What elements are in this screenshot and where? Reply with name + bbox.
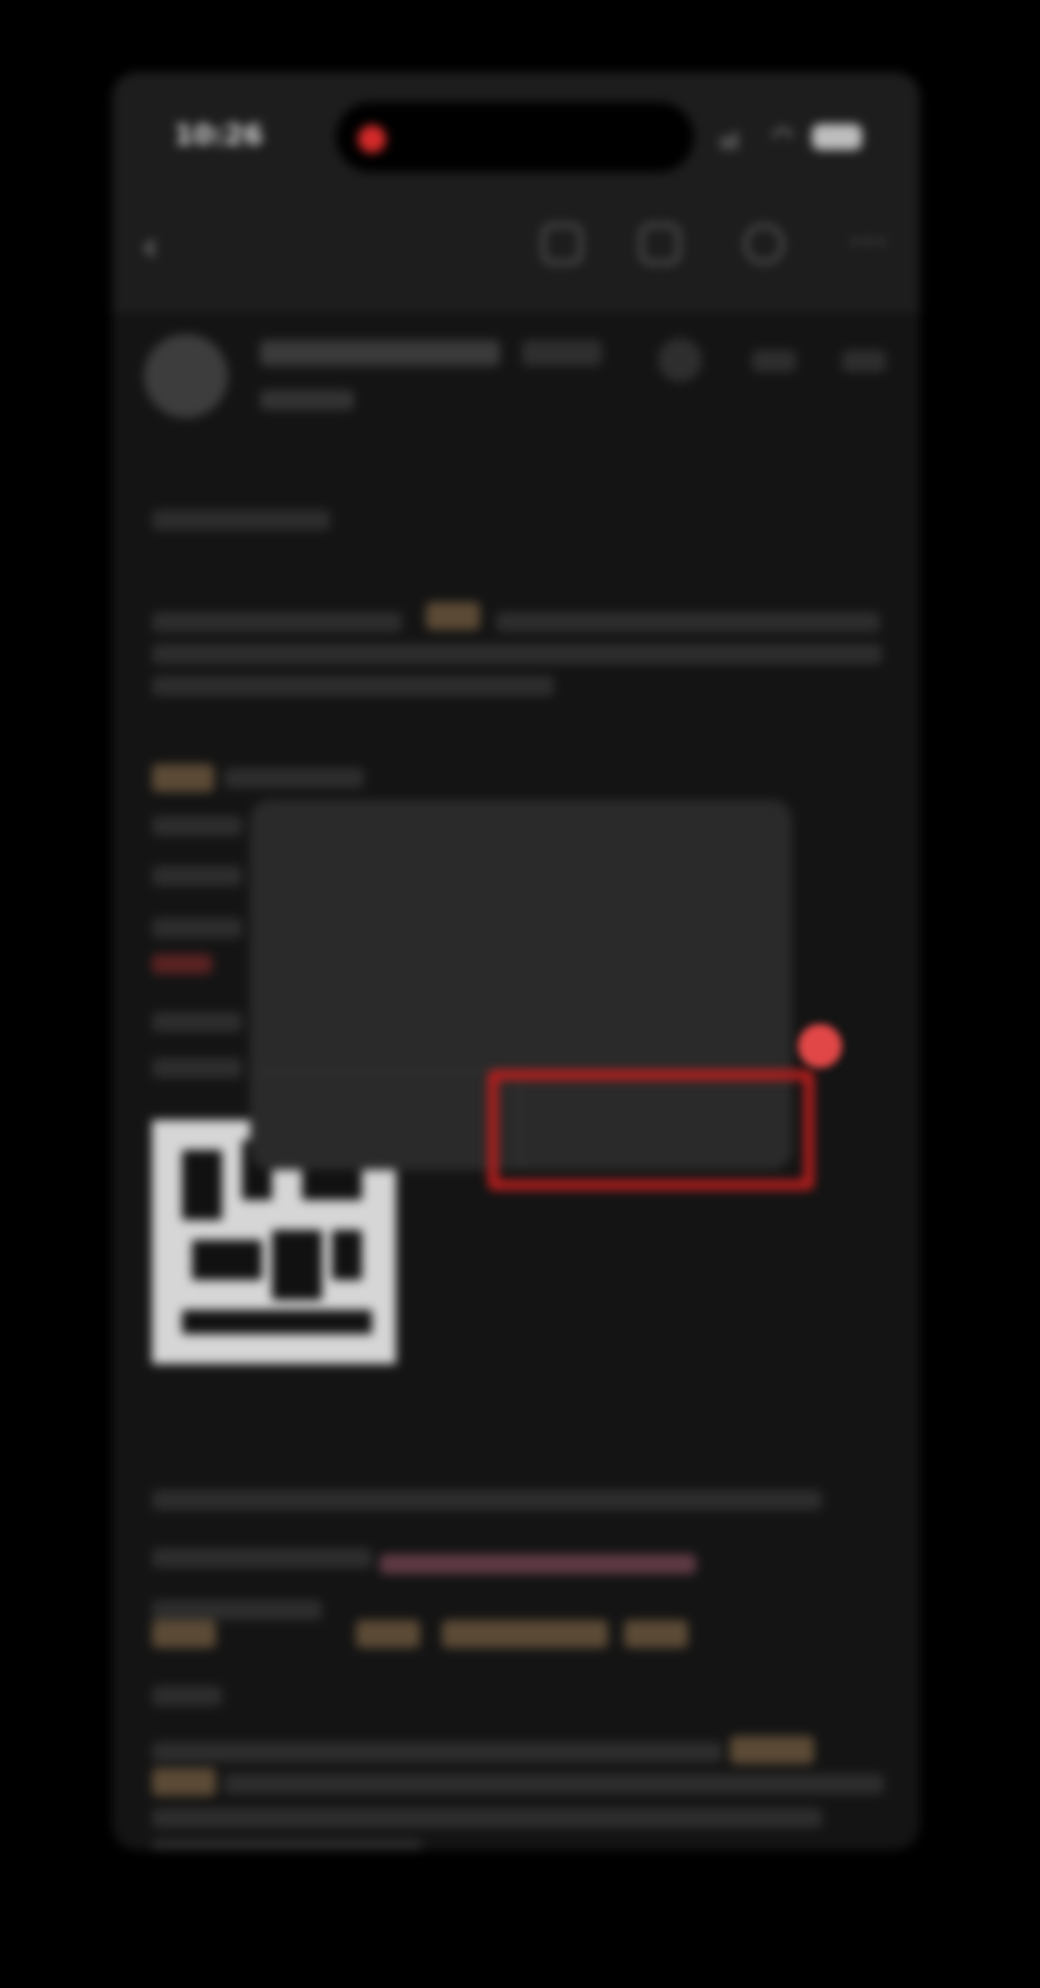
text-line xyxy=(152,1058,242,1078)
search-icon[interactable] xyxy=(542,224,582,264)
author-row xyxy=(112,312,920,442)
text-line xyxy=(152,918,242,938)
comment-icon[interactable] xyxy=(842,350,886,372)
text-line xyxy=(152,954,212,974)
like-icon[interactable] xyxy=(752,350,796,372)
link-text[interactable] xyxy=(380,1554,696,1574)
status-bar: 10:26 ııl ◠ xyxy=(112,72,920,182)
signal-icon: ııl xyxy=(720,130,739,155)
text-line xyxy=(152,1548,372,1568)
share-icon[interactable] xyxy=(744,224,784,264)
text-line xyxy=(152,866,242,886)
target-highlight-box xyxy=(488,1070,814,1190)
text-line xyxy=(152,1686,222,1706)
cancel-button[interactable] xyxy=(250,1072,520,1170)
text-line xyxy=(152,1012,242,1032)
text-line xyxy=(152,1840,422,1850)
highlight-tag[interactable] xyxy=(152,1620,216,1648)
reward-icon[interactable] xyxy=(658,338,702,382)
highlight-tag[interactable] xyxy=(624,1620,688,1648)
recording-indicator-icon xyxy=(358,125,386,153)
highlight-tag[interactable] xyxy=(356,1620,420,1648)
text-line xyxy=(152,676,554,696)
text-line xyxy=(496,612,880,632)
text-line xyxy=(152,644,882,664)
text-line xyxy=(152,612,402,632)
text-line xyxy=(152,1742,722,1762)
highlight-tag[interactable] xyxy=(442,1620,608,1648)
text-line xyxy=(152,510,330,530)
text-line xyxy=(152,1808,822,1828)
article-toolbar: ‹ ··· xyxy=(112,182,920,311)
phone-screen: 10:26 ııl ◠ ‹ ··· xyxy=(112,72,920,1850)
dynamic-island xyxy=(336,102,694,172)
text-line xyxy=(224,1774,884,1794)
highlight-tag[interactable] xyxy=(730,1736,814,1764)
author-subtitle xyxy=(260,390,354,410)
text-line xyxy=(224,768,364,788)
chevron-left-icon[interactable]: ‹ xyxy=(142,224,158,270)
more-icon[interactable]: ··· xyxy=(850,222,888,262)
bookmark-icon[interactable] xyxy=(640,224,680,264)
battery-icon xyxy=(812,124,862,150)
avatar[interactable] xyxy=(144,334,228,418)
follow-button[interactable] xyxy=(522,340,602,366)
highlight-tag[interactable] xyxy=(152,1768,216,1796)
text-line xyxy=(152,816,242,836)
highlight-tag[interactable] xyxy=(426,602,480,630)
wifi-icon: ◠ xyxy=(772,122,793,150)
click-marker-icon xyxy=(798,1024,842,1068)
highlight-tag[interactable] xyxy=(152,764,214,792)
text-line xyxy=(152,1600,322,1620)
status-time: 10:26 xyxy=(174,118,264,151)
author-name[interactable] xyxy=(260,340,500,366)
text-line xyxy=(152,1490,822,1510)
